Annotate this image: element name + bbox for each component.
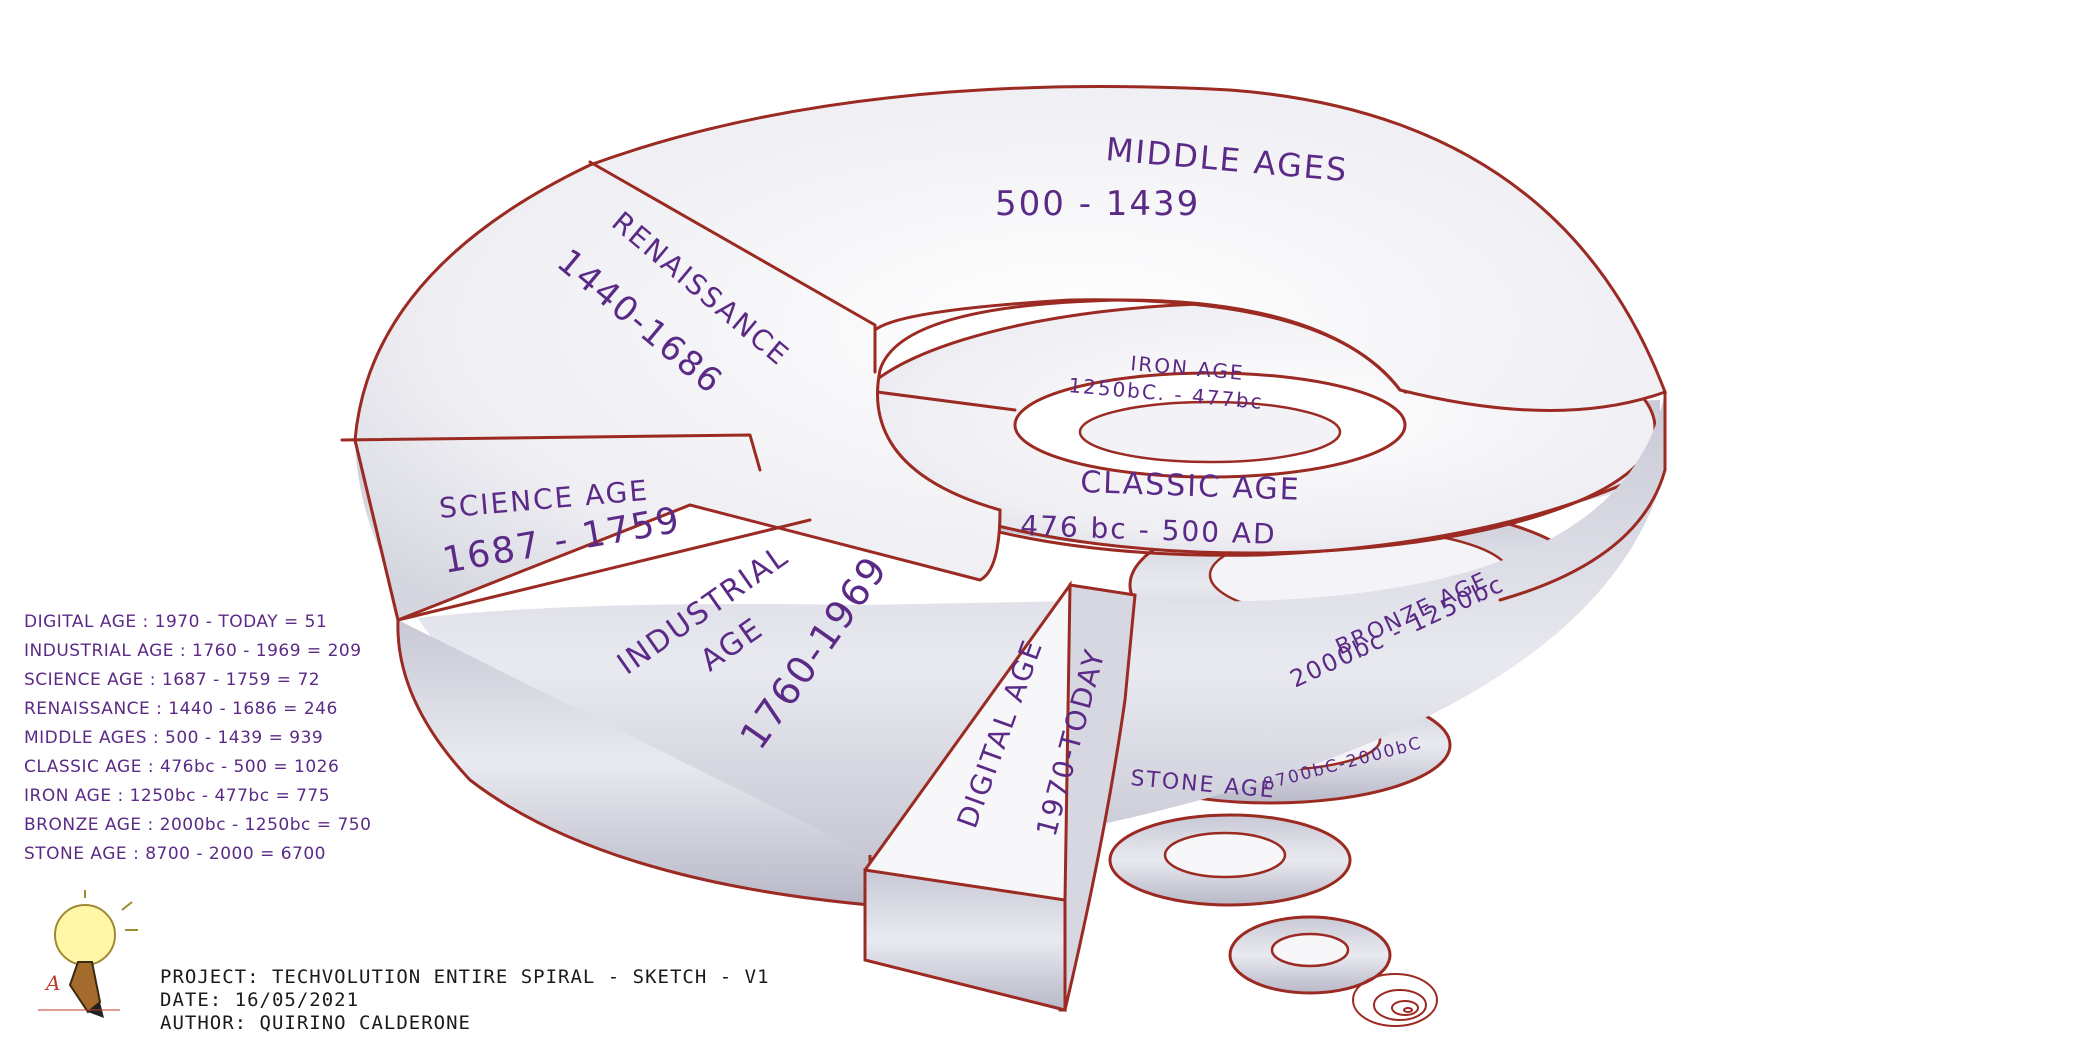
svg-text:A: A	[44, 971, 60, 995]
years-middle-ages: 500 - 1439	[995, 184, 1200, 224]
lightbulb-pencil-icon: A	[38, 890, 138, 1018]
age-durations-legend: DIGITAL AGE : 1970 - TODAY = 51 INDUSTRI…	[24, 608, 372, 869]
legend-item-renaissance: RENAISSANCE : 1440 - 1686 = 246	[24, 699, 338, 719]
legend-item-industrial: INDUSTRIAL AGE : 1760 - 1969 = 209	[24, 641, 362, 661]
project-line: PROJECT: TECHVOLUTION ENTIRE SPIRAL - SK…	[160, 966, 770, 988]
legend-item-stone: STONE AGE : 8700 - 2000 = 6700	[24, 844, 326, 864]
legend-item-iron: IRON AGE : 1250bc - 477bc = 775	[24, 786, 331, 806]
legend-item-classic: CLASSIC AGE : 476bc - 500 = 1026	[24, 757, 340, 777]
author-line: AUTHOR: QUIRINO CALDERONE	[160, 1012, 471, 1034]
sketch-metadata: PROJECT: TECHVOLUTION ENTIRE SPIRAL - SK…	[160, 966, 770, 1035]
legend-item-middle-ages: MIDDLE AGES : 500 - 1439 = 939	[24, 728, 324, 748]
date-line: DATE: 16/05/2021	[160, 989, 360, 1011]
spiral-tail	[1352, 973, 1438, 1027]
techvolution-spiral-diagram: MIDDLE AGES 500 - 1439 RENAISSANCE 1440-…	[340, 85, 1667, 1027]
legend-item-digital: DIGITAL AGE : 1970 - TODAY = 51	[24, 612, 328, 632]
legend-item-bronze: BRONZE AGE : 2000bc - 1250bc = 750	[24, 815, 372, 835]
legend-item-science: SCIENCE AGE : 1687 - 1759 = 72	[24, 670, 321, 690]
